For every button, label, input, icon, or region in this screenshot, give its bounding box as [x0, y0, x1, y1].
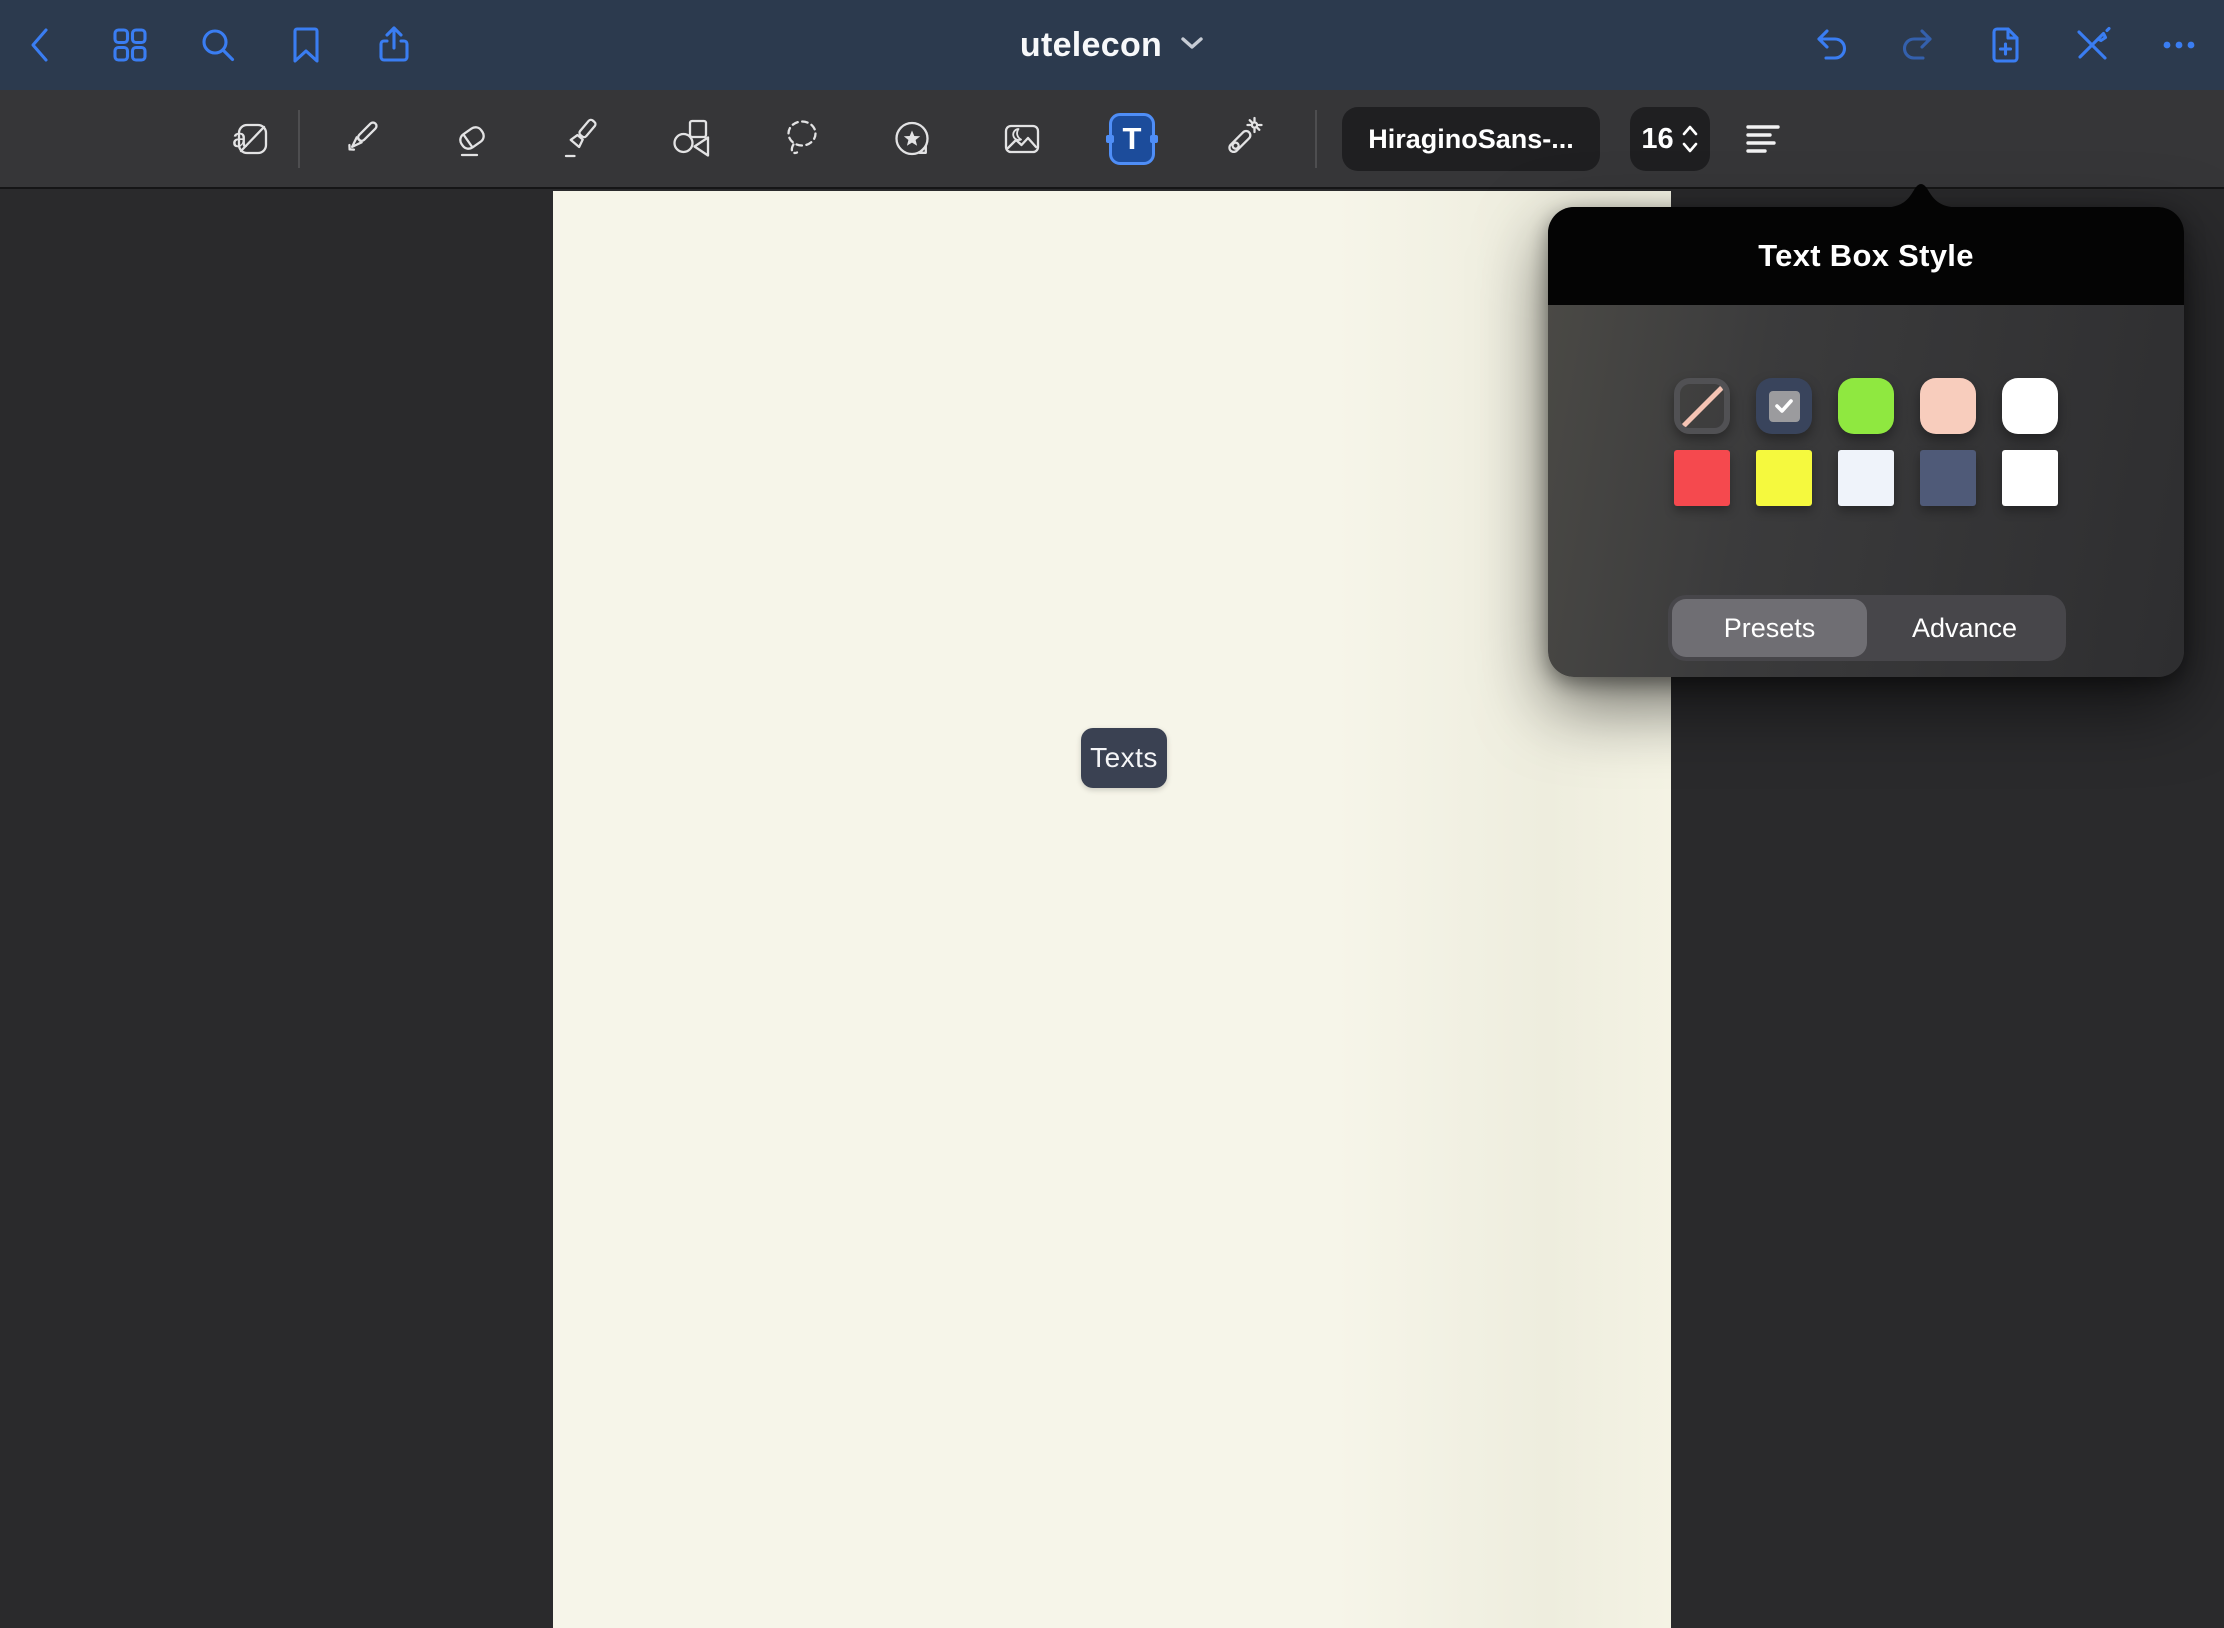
swatch-slate[interactable]	[1920, 450, 1976, 506]
swatch-white-square[interactable]	[2002, 450, 2058, 506]
swatch-green[interactable]	[1838, 378, 1894, 434]
laser-pointer-tool[interactable]	[1219, 116, 1265, 162]
more-icon[interactable]	[2157, 23, 2201, 67]
topbar-right-group	[1809, 0, 2201, 90]
swatch-white-rounded[interactable]	[2002, 378, 2058, 434]
canvas-textbox[interactable]: Texts	[1081, 728, 1167, 788]
stickers-tool[interactable]	[889, 116, 935, 162]
swatch-yellow[interactable]	[1756, 450, 1812, 506]
text-box-style-popover: Text Box Style Presets Advance	[1548, 207, 2184, 677]
text-tool-handle-left	[1106, 135, 1114, 143]
canvas-textbox-label: Texts	[1090, 742, 1158, 774]
text-align-button[interactable]	[1740, 116, 1786, 162]
checkmark-badge	[1769, 391, 1800, 422]
swatch-current-selected[interactable]	[1756, 378, 1812, 434]
title-chevron-down-icon	[1180, 35, 1204, 56]
font-family-button[interactable]: HiraginoSans-...	[1342, 107, 1600, 171]
swatch-pale-blue[interactable]	[1838, 450, 1894, 506]
tab-presets[interactable]: Presets	[1672, 599, 1867, 657]
swatch-none[interactable]	[1674, 378, 1730, 434]
document-page[interactable]: Texts	[553, 191, 1671, 1628]
align-left-icon	[1741, 117, 1785, 161]
shapes-tool[interactable]	[669, 116, 715, 162]
pen-tool[interactable]	[339, 116, 385, 162]
image-tool[interactable]	[999, 116, 1045, 162]
eraser-tool[interactable]	[449, 116, 495, 162]
document-title: utelecon	[1020, 26, 1162, 65]
font-size-stepper[interactable]: 16	[1630, 107, 1710, 171]
highlighter-tool[interactable]	[559, 116, 605, 162]
font-size-value: 16	[1641, 123, 1673, 156]
top-nav-bar: utelecon	[0, 0, 2224, 90]
lasso-tool[interactable]	[779, 116, 825, 162]
text-tool-label: T	[1123, 123, 1142, 154]
text-tool-handle-right	[1150, 135, 1158, 143]
svg-text:a: a	[232, 123, 248, 153]
undo-icon[interactable]	[1809, 23, 1853, 67]
popover-arrow	[1876, 179, 1966, 208]
add-page-icon[interactable]	[1983, 23, 2027, 67]
toolbar-divider-left	[298, 110, 300, 168]
toolbar-divider-right	[1315, 110, 1317, 168]
tab-advance[interactable]: Advance	[1867, 599, 2062, 657]
pen-cross-icon[interactable]	[2070, 23, 2114, 67]
app-screen: utelecon	[0, 0, 2224, 1628]
presets-advance-segmented-control: Presets Advance	[1668, 595, 2066, 661]
swatch-red[interactable]	[1674, 450, 1730, 506]
tool-toolbar: a	[0, 90, 2224, 189]
read-mode-tool[interactable]: a	[229, 116, 275, 162]
stepper-chevrons-icon	[1681, 123, 1699, 155]
text-tool-selected[interactable]: T	[1109, 116, 1155, 162]
swatch-peach[interactable]	[1920, 378, 1976, 434]
popover-title: Text Box Style	[1548, 207, 2184, 305]
tool-group: a	[229, 90, 1265, 187]
swatch-none-diagonal	[1679, 382, 1726, 429]
text-tool-button: T	[1109, 113, 1155, 165]
redo-icon[interactable]	[1896, 23, 1940, 67]
checkmark-icon	[1774, 398, 1794, 414]
